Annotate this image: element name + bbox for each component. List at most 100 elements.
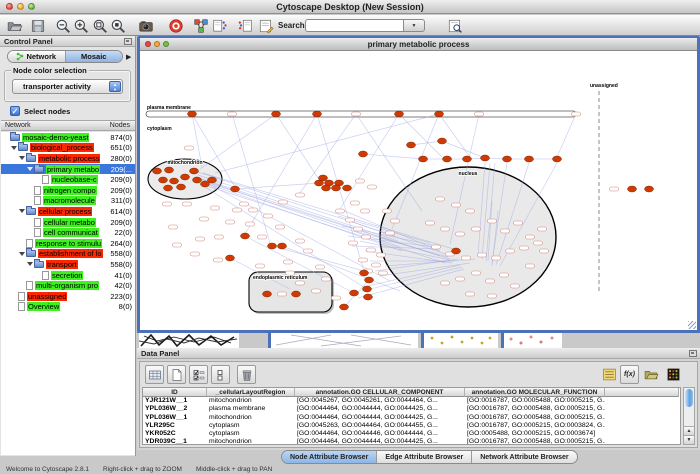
tree-row-response-to-stimulu[interactable]: response to stimulu264(0) (1, 238, 135, 249)
expand-arrow-icon[interactable] (27, 262, 33, 266)
expand-arrow-icon[interactable] (19, 156, 25, 160)
endoplasmic-reticulum-label: endoplasmic reticulum (253, 275, 308, 281)
formula-button[interactable]: f(x) (620, 365, 639, 384)
tree-row-unassigned[interactable]: unassigned223(0) (1, 291, 135, 302)
expand-arrow-icon[interactable] (11, 146, 17, 150)
tree-row-metabolic-process[interactable]: metabolic process280(0) (1, 153, 135, 164)
tree-row-biological-process[interactable]: biological_process651(0) (1, 143, 135, 154)
gene-node (377, 253, 386, 257)
plasma-membrane-bar (146, 111, 576, 117)
attribute-grid-button[interactable] (145, 365, 164, 384)
tree-row-macromolecule[interactable]: macromolecule311(0) (1, 196, 135, 207)
expand-arrow-icon[interactable] (27, 167, 33, 171)
attribute-browser-tabs: Node Attribute BrowserEdge Attribute Bro… (281, 450, 578, 464)
data-panel-title: Data Panel (141, 349, 179, 358)
tree-row-label: nitrogen compo (43, 186, 97, 195)
tab-network-label: Network (26, 51, 56, 63)
table-cell (605, 405, 679, 413)
select-attributes-button[interactable] (189, 365, 208, 384)
delete-attribute-button[interactable] (237, 365, 256, 384)
network-leaf-icon (18, 302, 25, 311)
tree-row-secretion[interactable]: secretion41(0) (1, 270, 135, 281)
table-row-ykr052c[interactable]: YKR052Ccytoplasm[GO:0044464, GO:0044446,… (143, 430, 680, 438)
snapshot-button[interactable] (138, 18, 154, 34)
table-row-yjr121w__1[interactable]: YJR121W__1mitochondrion[GO:0045267, GO:0… (143, 397, 680, 405)
attribute-table[interactable]: ID_cellularLayoutRegionannotation.GO CEL… (142, 387, 681, 445)
tree-row-transport[interactable]: transport558(0) (1, 259, 135, 270)
table-row-ypl036w__2[interactable]: YPL036W__2plasma membrane[GO:0044464, GO… (143, 405, 680, 413)
folder-icon (26, 250, 36, 257)
network-canvas[interactable]: plasma membranecytoplasmmitochondrionnuc… (140, 51, 697, 330)
table-row-ydr039c__1[interactable]: YDR039C__1mitochondrion[GO:0044464, GO:0… (143, 438, 680, 445)
table-row-ypl036w__1[interactable]: YPL036W__1mitochondrion[GO:0044464, GO:0… (143, 414, 680, 422)
column-header[interactable]: ID (143, 388, 207, 397)
scroll-up-button[interactable]: ▲ (684, 426, 694, 435)
scroll-down-button[interactable]: ▼ (684, 435, 694, 444)
tree-row-overview[interactable]: Overview8(0) (1, 302, 135, 313)
annotation-batch-button[interactable] (237, 18, 253, 34)
zoom-in-button[interactable] (73, 18, 89, 34)
column-header[interactable] (605, 388, 679, 397)
zoom-fit-button[interactable] (92, 18, 108, 34)
tree-row-nucleobase-c[interactable]: nucleobase-c209(0) (1, 174, 135, 185)
tab-network[interactable]: Network (8, 51, 66, 62)
tree-row-mosaic-demo-yeast[interactable]: mosaic-demo-yeast874(0) (1, 132, 135, 143)
column-header[interactable]: annotation.GO MOLECULAR_FUNCTION (465, 388, 605, 397)
zoom-out-button[interactable] (55, 18, 71, 34)
heatmap-button[interactable] (664, 365, 683, 384)
help-button[interactable] (168, 18, 184, 34)
background-window-2[interactable] (421, 333, 498, 348)
select-nodes-checkbox[interactable]: ✓ (10, 106, 20, 116)
save-session-button[interactable] (30, 18, 46, 34)
float-data-panel-icon[interactable] (689, 350, 697, 357)
annotation-import-button[interactable] (212, 18, 228, 34)
expand-arrow-icon[interactable] (19, 209, 25, 213)
tab-node-attribute-browser[interactable]: Node Attribute Browser (282, 451, 377, 463)
selected-gene-node (525, 156, 534, 162)
search-options-button[interactable] (447, 18, 463, 34)
tree-row-primary-metabo[interactable]: primary metabo209(... (1, 164, 135, 175)
zoom-selected-button[interactable] (110, 18, 126, 34)
tree-row-multi-organism-pro[interactable]: multi-organism pro42(0) (1, 280, 135, 291)
edge (245, 114, 317, 234)
selected-gene-node (165, 167, 174, 173)
tree-row-label: response to stimulu (35, 239, 102, 248)
tree-row-cellular-metabo[interactable]: cellular metabo209(0) (1, 217, 135, 228)
selected-gene-node (407, 142, 416, 148)
open-session-button[interactable] (7, 18, 23, 34)
scrollbar-thumb[interactable] (685, 389, 693, 407)
table-cell: YPL036W__2 (143, 405, 207, 413)
background-window-1[interactable] (268, 333, 418, 348)
tab-mosaic[interactable]: Mosaic (66, 51, 123, 62)
import-attributes-button[interactable] (642, 365, 661, 384)
table-cell (605, 430, 679, 438)
attribute-list-button[interactable] (600, 365, 619, 384)
expand-arrow-icon[interactable] (19, 252, 25, 256)
background-window-3[interactable] (501, 333, 562, 348)
background-window-overview[interactable] (139, 333, 239, 348)
attribute-editor-button[interactable] (258, 18, 274, 34)
tab-overflow-arrow[interactable]: ▶ (126, 53, 131, 61)
vizmapper-button[interactable] (193, 18, 209, 34)
resize-grip-icon[interactable] (688, 321, 696, 329)
column-header[interactable]: _cellularLayoutRegion (207, 388, 295, 397)
search-input[interactable] (305, 19, 403, 32)
column-header[interactable]: annotation.GO CELLULAR_COMPONENT (295, 388, 465, 397)
new-attribute-button[interactable] (167, 365, 186, 384)
tree-row-cell-communicat[interactable]: cell communicat22(0) (1, 227, 135, 238)
search-dropdown-button[interactable]: ▼ (403, 19, 425, 32)
tab-edge-attribute-browser[interactable]: Edge Attribute Browser (377, 451, 472, 463)
tab-network-attribute-browser[interactable]: Network Attribute Browser (472, 451, 576, 463)
gene-node (379, 271, 388, 275)
node-color-dropdown[interactable]: transporter activity ▲▼ (12, 79, 123, 94)
tree-row-cellular-process[interactable]: cellular process614(0) (1, 206, 135, 217)
table-scrollbar[interactable]: ▲ ▼ (683, 387, 695, 445)
table-row-ylr295c[interactable]: YLR295Ccytoplasm[GO:0045263, GO:0044464,… (143, 422, 680, 430)
tree-row-nitrogen-compo[interactable]: nitrogen compo209(0) (1, 185, 135, 196)
unselect-attributes-button[interactable] (211, 365, 230, 384)
zoom-fit-icon (92, 18, 108, 34)
network-window-titlebar[interactable]: primary metabolic process (140, 38, 697, 51)
plasma-membrane-label: plasma membrane (147, 105, 191, 111)
float-panel-icon[interactable] (124, 38, 132, 45)
tree-row-establishment-of-lo[interactable]: establishment of lo558(0) (1, 249, 135, 260)
